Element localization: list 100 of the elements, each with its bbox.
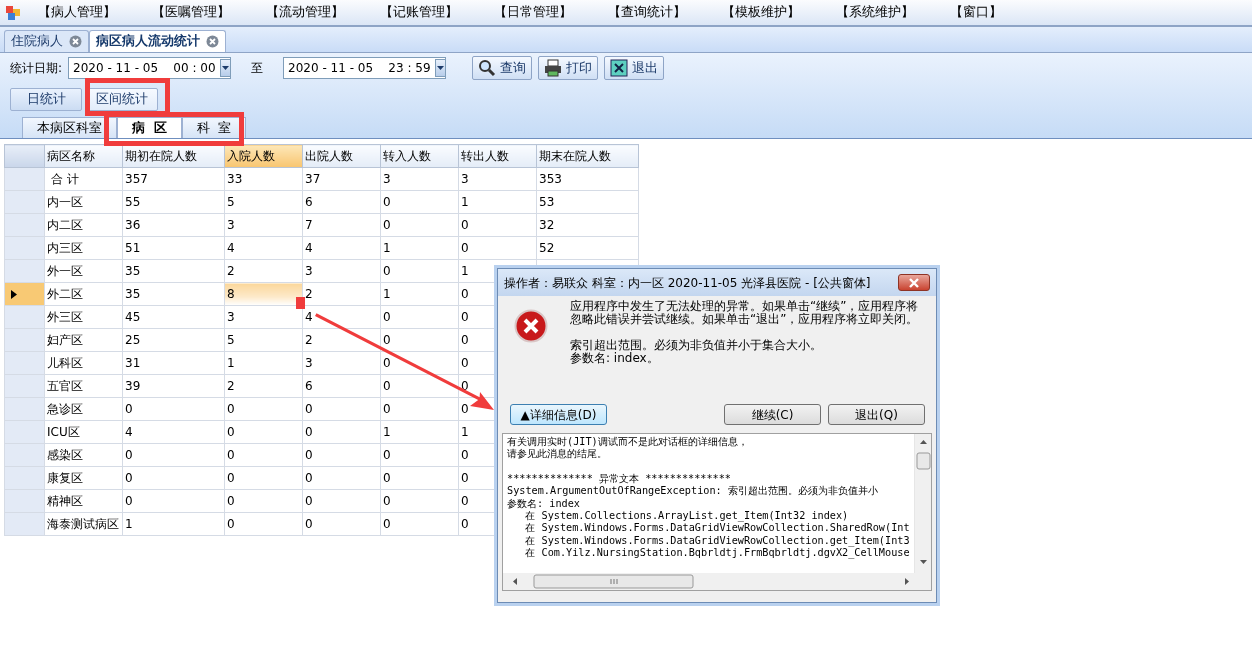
- menu-item[interactable]: 【流动管理】: [266, 3, 344, 22]
- table-cell: 6: [302, 190, 381, 214]
- close-button[interactable]: [898, 274, 930, 291]
- table-cell: 外二区: [44, 282, 123, 306]
- table-cell: 3: [458, 167, 537, 191]
- table-cell: 0: [224, 420, 303, 444]
- column-header[interactable]: 病区名称: [44, 144, 123, 168]
- table-cell: 精神区: [44, 489, 123, 513]
- horizontal-scrollbar[interactable]: [503, 573, 931, 590]
- table-cell: 37: [302, 167, 381, 191]
- table-cell: 0: [380, 305, 459, 329]
- table-cell: 急诊区: [44, 397, 123, 421]
- table-cell: 4: [224, 236, 303, 260]
- table-cell: 1: [380, 282, 459, 306]
- table-cell: 0: [122, 443, 225, 467]
- table-cell: 0: [380, 397, 459, 421]
- table-cell: 32: [536, 213, 639, 237]
- table-cell: 妇产区: [44, 328, 123, 352]
- menu-item[interactable]: 【窗口】: [950, 3, 1002, 22]
- table-cell: 2: [224, 259, 303, 283]
- menu-item[interactable]: 【系统维护】: [836, 3, 914, 22]
- view-tab[interactable]: 本病区科室: [22, 117, 117, 138]
- column-header[interactable]: 期末在院人数: [536, 144, 639, 168]
- table-cell: 0: [380, 489, 459, 513]
- table-cell: 0: [380, 443, 459, 467]
- table-cell: 内二区: [44, 213, 123, 237]
- table-cell: 35: [122, 282, 225, 306]
- dropdown-arrow-icon: [220, 65, 230, 71]
- menu-item[interactable]: 【模板维护】: [722, 3, 800, 22]
- table-cell: 31: [122, 351, 225, 375]
- toolbar-button[interactable]: 退出: [604, 56, 665, 80]
- table-cell: 3: [302, 259, 381, 283]
- close-icon[interactable]: [69, 35, 82, 48]
- date-field[interactable]: 2020 - 11 - 05 00 : 00: [68, 57, 232, 79]
- table-cell: 0: [224, 466, 303, 490]
- table-cell: 感染区: [44, 443, 123, 467]
- close-icon: [908, 277, 920, 288]
- table-cell: 51: [122, 236, 225, 260]
- table-cell: 外三区: [44, 305, 123, 329]
- view-tab[interactable]: 病 区: [117, 117, 182, 138]
- app-icon[interactable]: [6, 5, 20, 20]
- quit-button[interactable]: 退出(Q): [828, 404, 925, 425]
- table-cell: 1: [380, 236, 459, 260]
- table-cell: 0: [380, 259, 459, 283]
- error-message: 应用程序中发生了无法处理的异常。如果单击“继续”，应用程序将忽略此错误并尝试继续。如果单击“退出”，应用程序将立即关闭。: [570, 300, 920, 326]
- toolbar-button[interactable]: 打印: [538, 56, 599, 80]
- menu-item[interactable]: 【医嘱管理】: [152, 3, 230, 22]
- table-cell: 357: [122, 167, 225, 191]
- table-cell: 0: [302, 512, 381, 536]
- table-cell: 353: [536, 167, 639, 191]
- continue-button[interactable]: 继续(C): [724, 404, 821, 425]
- table-cell: 3: [224, 213, 303, 237]
- error-icon: [514, 309, 548, 343]
- document-tab[interactable]: 住院病人: [4, 30, 89, 52]
- table-cell: 52: [536, 236, 639, 260]
- table-cell: 0: [224, 512, 303, 536]
- table-cell: 海泰测试病区: [44, 512, 123, 536]
- date-label: 统计日期:: [10, 60, 63, 77]
- table-cell: 45: [122, 305, 225, 329]
- vertical-scrollbar[interactable]: [914, 434, 931, 573]
- table-cell: 1: [224, 351, 303, 375]
- menu-item[interactable]: 【查询统计】: [608, 3, 686, 22]
- menu-item[interactable]: 【病人管理】: [38, 3, 116, 22]
- table-cell: ICU区: [44, 420, 123, 444]
- table-cell: 4: [302, 236, 381, 260]
- mode-tab[interactable]: 日统计: [10, 88, 82, 111]
- table-cell: 外一区: [44, 259, 123, 283]
- table-cell: 39: [122, 374, 225, 398]
- menu-item[interactable]: 【日常管理】: [494, 3, 572, 22]
- error-detail: 索引超出范围。必须为非负值并小于集合大小。: [570, 339, 823, 352]
- grid-corner: [4, 144, 45, 168]
- table-cell: 5: [224, 190, 303, 214]
- close-icon[interactable]: [206, 35, 219, 48]
- details-button[interactable]: ▲详细信息(D): [510, 404, 607, 425]
- table-cell: 3: [302, 351, 381, 375]
- dropdown-button[interactable]: [434, 59, 446, 77]
- row-header[interactable]: [4, 282, 45, 306]
- column-header[interactable]: 转出人数: [458, 144, 537, 168]
- column-header[interactable]: 出院人数: [302, 144, 381, 168]
- table-cell: 35: [122, 259, 225, 283]
- table-cell: 0: [380, 213, 459, 237]
- table-cell: 0: [380, 512, 459, 536]
- date-field[interactable]: 2020 - 11 - 05 23 : 59: [283, 57, 447, 79]
- table-cell: 0: [224, 397, 303, 421]
- table-cell: 0: [122, 489, 225, 513]
- table-cell: 1: [458, 190, 537, 214]
- table-cell: 0: [122, 397, 225, 421]
- table-cell: 康复区: [44, 466, 123, 490]
- table-cell: 0: [302, 489, 381, 513]
- annotation-marker: [296, 297, 305, 309]
- toolbar-button[interactable]: 查询: [472, 56, 533, 80]
- dropdown-button[interactable]: [219, 59, 231, 77]
- table-cell: 0: [224, 489, 303, 513]
- detail-line: 在 System.Windows.Forms.DataGridViewRowCollection.get_Item(Int3: [524, 534, 911, 548]
- column-header[interactable]: 转入人数: [380, 144, 459, 168]
- column-header[interactable]: 入院人数: [224, 144, 303, 168]
- table-cell: 0: [380, 190, 459, 214]
- menu-item[interactable]: 【记账管理】: [380, 3, 458, 22]
- document-tab[interactable]: 病区病人流动统计: [89, 30, 226, 52]
- table-cell: 4: [122, 420, 225, 444]
